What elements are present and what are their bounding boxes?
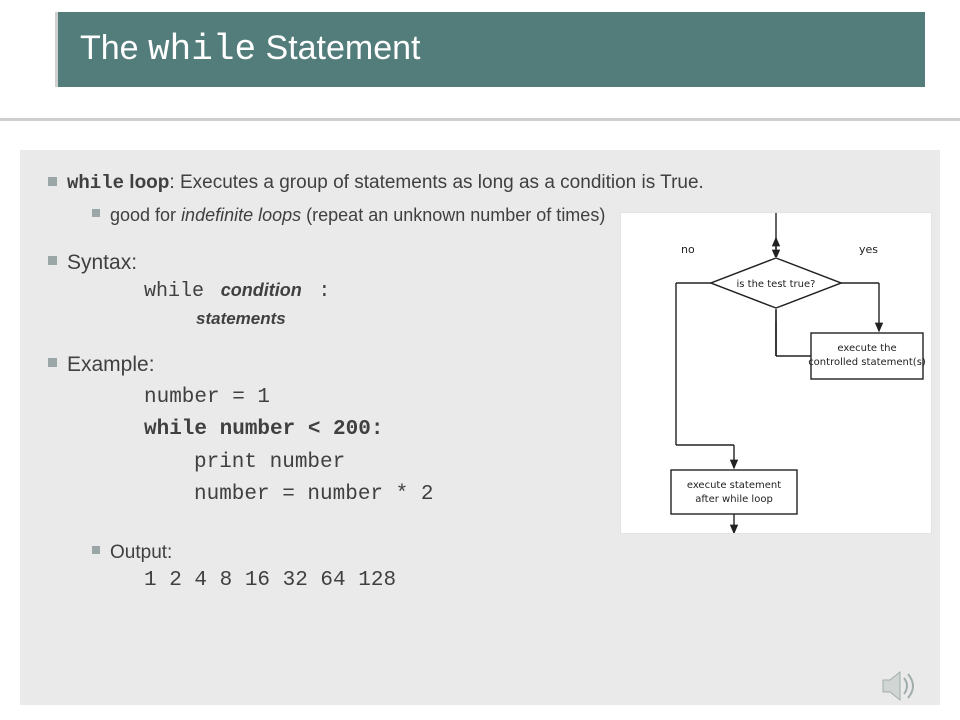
syntax-while: while bbox=[144, 280, 204, 303]
no-label: no bbox=[681, 243, 695, 256]
divider-band bbox=[0, 103, 960, 121]
svg-text:is the test true?: is the test true? bbox=[737, 279, 816, 290]
syntax-cond: condition bbox=[221, 280, 302, 300]
title-post: Statement bbox=[256, 29, 420, 67]
title-mono: while bbox=[148, 29, 256, 70]
b3-text: Example: bbox=[67, 351, 155, 379]
bullet-1-text: while loop: Executes a group of statemen… bbox=[67, 170, 704, 197]
bullet-icon bbox=[48, 358, 57, 367]
b1-sub-post: (repeat an unknown number of times) bbox=[301, 205, 605, 225]
title-bar: The while Statement bbox=[55, 12, 925, 87]
output-label: Output: bbox=[110, 540, 172, 566]
syntax-colon: : bbox=[318, 280, 330, 303]
bullet-icon bbox=[48, 177, 57, 186]
b1-desc: : Executes a group of statements as long… bbox=[169, 172, 703, 193]
flowchart: is the test true? yes execute the contro… bbox=[620, 212, 932, 534]
b1-rest: loop bbox=[124, 172, 169, 193]
yes-label: yes bbox=[859, 243, 878, 256]
flowchart-svg: is the test true? yes execute the contro… bbox=[621, 213, 931, 533]
b1-sub-pre: good for bbox=[110, 205, 181, 225]
bullet-icon bbox=[48, 256, 57, 265]
output-value: 1 2 4 8 16 32 64 128 bbox=[48, 569, 922, 592]
box1-line1: execute the bbox=[837, 343, 896, 354]
output-bullet: Output: bbox=[48, 540, 922, 566]
bullet-icon bbox=[92, 209, 100, 217]
b1-code: while bbox=[67, 172, 124, 194]
b1-sub-ital: indefinite loops bbox=[181, 205, 301, 225]
box1-line2: controlled statement(s) bbox=[808, 357, 926, 368]
box2-line1: execute statement bbox=[687, 480, 781, 491]
b2-text: Syntax: bbox=[67, 249, 137, 277]
slide-title: The while Statement bbox=[80, 29, 421, 70]
box2-line2: after while loop bbox=[695, 494, 773, 505]
bullet-icon bbox=[92, 546, 100, 554]
bullet-1-sub: good for indefinite loops (repeat an unk… bbox=[110, 203, 605, 227]
title-pre: The bbox=[80, 29, 148, 67]
speaker-icon bbox=[880, 668, 920, 704]
content-panel: while loop: Executes a group of statemen… bbox=[20, 150, 940, 705]
